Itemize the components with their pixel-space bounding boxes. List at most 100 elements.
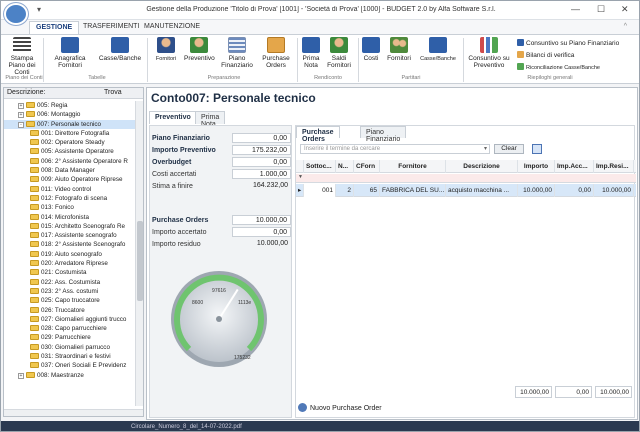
- expand-toggle-icon[interactable]: +: [18, 372, 24, 379]
- grid-cell[interactable]: 2: [336, 184, 354, 197]
- grid-cell[interactable]: acquisto macchina ...: [446, 184, 518, 197]
- column-header[interactable]: CForn: [354, 160, 380, 173]
- field-row: Overbudget 0,00: [150, 157, 293, 168]
- column-header[interactable]: Imp.Acc...: [555, 160, 594, 173]
- tree-item[interactable]: - 007: Personale tecnico: [4, 119, 135, 129]
- overbudget-value: 0,00: [232, 157, 291, 167]
- column-header[interactable]: Imp.Resi...: [594, 160, 634, 173]
- tree-item[interactable]: 008: Data Manager: [4, 166, 135, 175]
- tree-item[interactable]: +006: Montaggio: [4, 110, 135, 119]
- consuntivo-piano-finanziario-link[interactable]: Consuntivo su Piano Finanziario: [517, 39, 619, 47]
- column-header[interactable]: Fornitore: [380, 160, 446, 173]
- find-button[interactable]: Trova: [104, 89, 122, 96]
- fornitori-button[interactable]: Fornitori: [151, 37, 181, 63]
- quick-access-dropdown[interactable]: ▾: [37, 5, 41, 14]
- tree-item[interactable]: 031: Straordinari e festivi: [4, 352, 135, 361]
- costi-button[interactable]: Costi: [361, 37, 381, 62]
- column-header[interactable]: Sottoc...: [304, 160, 336, 173]
- tab-prima-nota[interactable]: Prima Nota: [195, 111, 226, 128]
- prima-nota-button[interactable]: Prima Nota: [300, 37, 322, 69]
- tree-item[interactable]: 022: Ass. Costumista: [4, 278, 135, 287]
- account-tree: +005: Regia +006: Montaggio -007: Personal…: [4, 101, 135, 414]
- tab-trasferimenti[interactable]: TRASFERIMENTI: [77, 21, 145, 34]
- tree-horizontal-scrollbar[interactable]: [4, 409, 143, 416]
- total-imp-residuo: 10.000,00: [595, 386, 632, 398]
- tree-item[interactable]: 029: Parrucchiere: [4, 333, 135, 342]
- preventivo-button[interactable]: Preventivo: [184, 37, 215, 62]
- grid-cell[interactable]: 65: [354, 184, 380, 197]
- minimize-icon[interactable]: —: [571, 4, 580, 14]
- grid-filter-row[interactable]: ▼: [296, 174, 636, 183]
- tree-item[interactable]: 012: Fotografo di scena: [4, 194, 135, 203]
- clear-button[interactable]: Clear: [494, 144, 524, 154]
- casse-banche-button[interactable]: Casse/Banche: [98, 37, 142, 62]
- tree-item[interactable]: 006: 2° Assistente Operatore R: [4, 157, 135, 166]
- column-header[interactable]: Importo: [518, 160, 555, 173]
- riconciliazione-link[interactable]: Riconciliazione Casse/Banche: [517, 63, 600, 71]
- folder-icon: [30, 167, 39, 174]
- expand-toggle-icon[interactable]: +: [18, 112, 24, 119]
- grid-cell[interactable]: 10.000,00: [594, 184, 634, 197]
- tree-item[interactable]: 014: Microfonista: [4, 213, 135, 222]
- tree-item[interactable]: 018: 2° Assistente Scenografo: [4, 240, 135, 249]
- collapse-ribbon-icon[interactable]: ^: [624, 23, 627, 30]
- column-header[interactable]: N...: [336, 160, 354, 173]
- grid-cell[interactable]: 001: [304, 184, 336, 197]
- taskbar-item[interactable]: Circolare_Numero_8_del_14-07-2022.pdf: [131, 424, 242, 430]
- tab-gestione[interactable]: GESTIONE: [29, 21, 80, 34]
- tree-item[interactable]: +005: Regia: [4, 101, 135, 110]
- close-icon[interactable]: ✕: [621, 4, 629, 15]
- piano-finanziario-button[interactable]: Piano Finanziario: [219, 37, 255, 69]
- app-logo-icon[interactable]: [4, 3, 28, 25]
- search-input[interactable]: Inserire il termine da cercare: [300, 144, 490, 154]
- partitari-casse-banche-button[interactable]: Casse/Banche: [417, 37, 459, 63]
- tree-item[interactable]: 030: Giornalieri parrucco: [4, 343, 135, 352]
- filter-icon[interactable]: [532, 144, 542, 154]
- tree-item[interactable]: 017: Assistente scenografo: [4, 231, 135, 240]
- bilanci-verifica-link[interactable]: Bilanci di verifica: [517, 51, 574, 59]
- folder-icon: [30, 176, 39, 183]
- field-row: Costi accertati 1.000,00: [150, 169, 293, 180]
- tree-item[interactable]: 002: Operatore Steady: [4, 138, 135, 147]
- tree-item-label: 002: Operatore Steady: [41, 139, 105, 147]
- tree-vertical-scrollbar[interactable]: [135, 101, 143, 406]
- tree-item[interactable]: 013: Fonico: [4, 203, 135, 212]
- tree-item[interactable]: 015: Architetto Scenografo Re: [4, 222, 135, 231]
- partitari-fornitori-button[interactable]: Fornitori: [384, 37, 414, 62]
- saldi-fornitori-button[interactable]: Saldi Fornitori: [324, 37, 354, 69]
- expand-toggle-icon[interactable]: -: [18, 121, 24, 128]
- tab-purchase-orders[interactable]: Purchase Orders: [296, 126, 340, 143]
- row-pointer-icon: ▸: [296, 184, 304, 197]
- stampa-piano-conti-button[interactable]: Stampa Piano dei Conti: [5, 37, 39, 76]
- tab-manutenzione[interactable]: MANUTENZIONE: [138, 21, 206, 34]
- maximize-icon[interactable]: ☐: [597, 4, 605, 15]
- tree-item[interactable]: 021: Costumista: [4, 268, 135, 277]
- tree-item[interactable]: 028: Capo parrucchiere: [4, 324, 135, 333]
- tree-item[interactable]: 023: 2° Ass. costumi: [4, 287, 135, 296]
- anagrafica-fornitori-button[interactable]: Anagrafica Fornitori: [53, 37, 87, 69]
- tree-item[interactable]: 019: Aiuto scenografo: [4, 250, 135, 259]
- tree-item[interactable]: 025: Capo truccatore: [4, 296, 135, 305]
- tree-item[interactable]: 009: Aiuto Operatore Riprese: [4, 175, 135, 184]
- tree-item[interactable]: 037: Oneri Sociali E Previdenz: [4, 361, 135, 370]
- tree-item[interactable]: 020: Arredatore Riprese: [4, 259, 135, 268]
- tree-item[interactable]: 011: Video control: [4, 185, 135, 194]
- grid-cell[interactable]: FABBRICA DEL SU...: [380, 184, 446, 197]
- scroll-thumb[interactable]: [137, 221, 143, 301]
- purchase-orders-button[interactable]: Purchase Orders: [259, 37, 293, 69]
- tree-item[interactable]: 027: Giornalieri aggiunti trucco: [4, 315, 135, 324]
- tree-item[interactable]: 001: Direttore Fotografia: [4, 129, 135, 138]
- tree-item[interactable]: +008: Maestranze: [4, 371, 135, 380]
- ribbon: Stampa Piano dei Conti Anagrafica Fornit…: [1, 34, 639, 84]
- tab-piano-finanziario[interactable]: Piano Finanziario: [360, 126, 407, 143]
- expand-toggle-icon[interactable]: +: [18, 103, 24, 109]
- table-row[interactable]: ▸ 001 2 65 FABBRICA DEL SU... acquisto m…: [296, 184, 636, 197]
- new-purchase-order-button[interactable]: Nuovo Purchase Order: [298, 403, 382, 415]
- column-header[interactable]: Descrizione: [446, 160, 518, 173]
- consuntivo-preventivo-button[interactable]: Consuntivo su Preventivo: [466, 37, 512, 69]
- tree-item[interactable]: 026: Truccatore: [4, 306, 135, 315]
- grid-cell[interactable]: 10.000,00: [518, 184, 555, 197]
- grid-cell[interactable]: 0,00: [555, 184, 594, 197]
- tab-preventivo[interactable]: Preventivo: [149, 111, 197, 124]
- tree-item[interactable]: 005: Assistente Operatore: [4, 147, 135, 156]
